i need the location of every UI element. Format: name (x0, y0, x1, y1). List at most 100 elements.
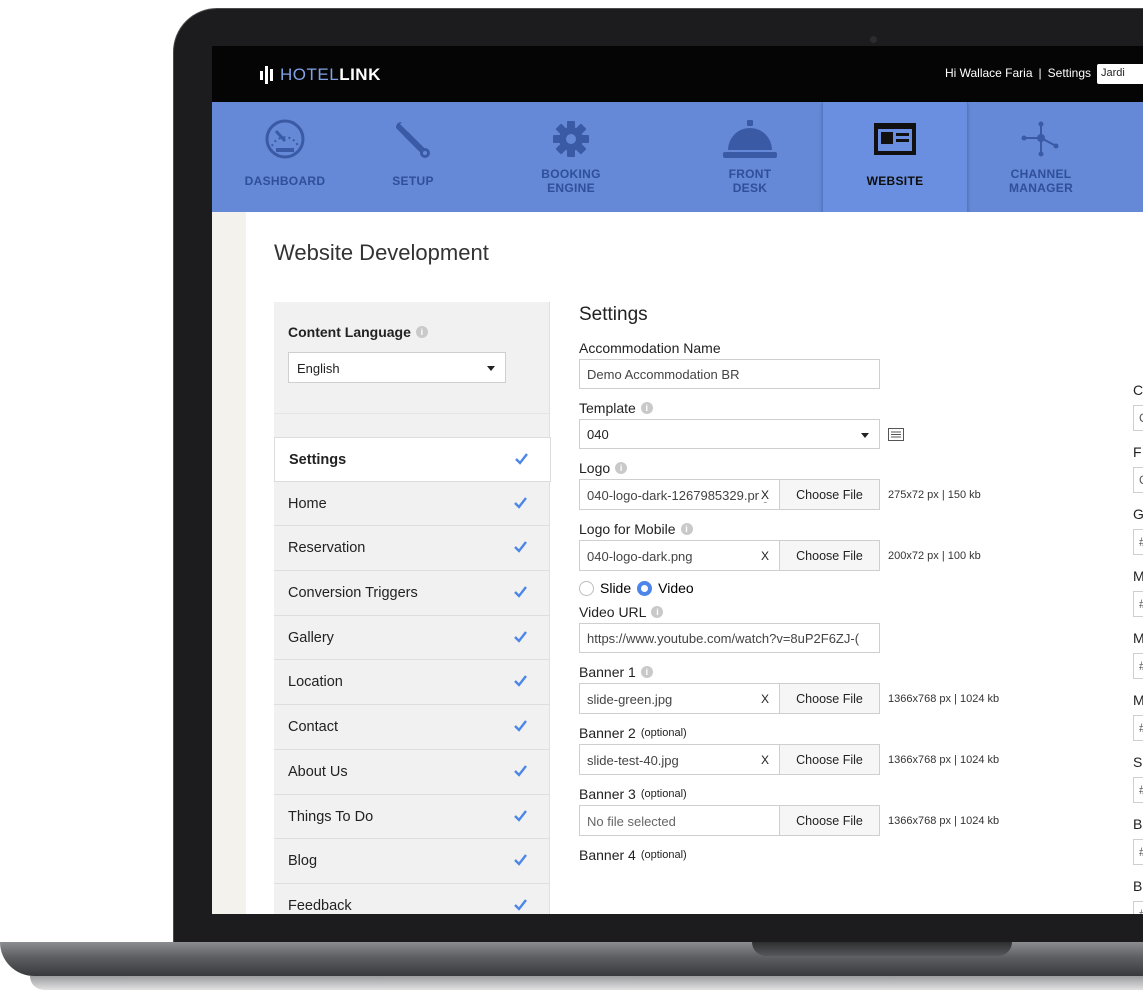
template-preview-icon[interactable] (888, 427, 904, 441)
banner3-label-text: Banner 3 (579, 785, 636, 802)
template-label-text: Template (579, 399, 636, 416)
info-icon[interactable]: i (615, 461, 628, 474)
sidebar-item-label: Location (288, 674, 343, 691)
video-radio-label: Video (658, 580, 694, 596)
right-field-label: B (1133, 816, 1143, 832)
right-field-input[interactable]: # (1133, 901, 1143, 914)
check-icon (514, 899, 527, 911)
nav-channel-manager[interactable]: CHANNEL MANAGER (968, 102, 1114, 212)
greeting: Hi Wallace Faria (944, 66, 1033, 80)
banner1-label-text: Banner 1 (579, 663, 636, 680)
accommodation-name-input[interactable]: Demo Accommodation BR (579, 359, 880, 389)
slide-radio[interactable] (579, 580, 594, 596)
video-url-label: Video URL i (579, 602, 1143, 621)
video-url-field: Video URL i https://www.youtube.com/watch… (579, 602, 1143, 653)
info-icon[interactable]: i (680, 522, 693, 535)
banner3-file-name: No file selected (579, 805, 779, 836)
logo-choose-file-button[interactable]: Choose File (779, 479, 880, 510)
sidebar-item-label: Home (288, 495, 327, 512)
logo-mobile-choose-file-button[interactable]: Choose File (779, 540, 880, 571)
banner3-file-text: No file selected (587, 814, 676, 829)
info-icon[interactable]: i (640, 401, 653, 414)
nav-front-desk[interactable]: FRONT DESK (677, 102, 823, 212)
check-icon (514, 675, 527, 688)
banner2-size-hint: 1366x768 px | 1024 kb (888, 753, 1000, 766)
sidebar-item-label: Contact (288, 719, 338, 736)
screen: HOTELLINK Hi Wallace Faria | Settings Ja… (212, 46, 1143, 914)
sidebar-item-conversion-triggers[interactable]: Conversion Triggers (274, 571, 549, 616)
sidebar-item-reservation[interactable]: Reservation (274, 526, 549, 572)
banner2-label-text: Banner 2 (579, 724, 636, 741)
sidebar-item-about-us[interactable]: About Us (274, 750, 549, 795)
right-field-input[interactable]: # (1133, 591, 1143, 617)
banner2-label: Banner 2 (optional) (579, 723, 1143, 742)
sidebar-item-settings[interactable]: Settings (274, 437, 551, 482)
right-field-input[interactable]: C (1133, 405, 1143, 431)
optional-tag: (optional) (640, 848, 687, 861)
sidebar-item-gallery[interactable]: Gallery (274, 616, 549, 661)
check-icon (514, 720, 527, 732)
check-icon (514, 631, 527, 643)
right-field-input[interactable]: # (1133, 777, 1143, 803)
info-icon[interactable]: i (651, 605, 664, 618)
main-nav: DASHBOARD SETUP BOOKING ENGINE FRONT DES… (212, 102, 1143, 218)
info-icon[interactable]: i (415, 326, 428, 338)
info-icon[interactable]: i (640, 665, 653, 678)
nav-booking-engine[interactable]: BOOKING ENGINE (498, 102, 644, 212)
banner3-choose-file-button[interactable]: Choose File (779, 805, 880, 836)
sidebar-item-blog[interactable]: Blog (274, 839, 549, 884)
template-select-value: 040 (587, 427, 609, 442)
sidebar-item-label: Settings (289, 452, 347, 468)
language-select[interactable]: English (288, 352, 506, 383)
banner3-size-hint: 1366x768 px | 1024 kb (888, 814, 1000, 827)
media-type-radios: Slide Video (579, 578, 1143, 598)
sidebar-item-feedback[interactable]: Feedback (274, 884, 549, 914)
template-select[interactable]: 040 (579, 419, 880, 449)
banner2-choose-file-button[interactable]: Choose File (779, 744, 880, 775)
property-search-input[interactable]: Jardi (1097, 64, 1143, 84)
video-radio[interactable] (637, 580, 653, 596)
logo-file-text: 040-logo-dark-1267985329.png (587, 488, 770, 503)
page-title: Website Development (274, 240, 489, 265)
check-icon (514, 496, 527, 509)
banner1-choose-file-button[interactable]: Choose File (779, 683, 880, 714)
remove-banner2-button[interactable]: X (758, 753, 769, 767)
settings-link[interactable]: Settings (1048, 66, 1091, 80)
chevron-down-icon (861, 433, 869, 438)
sidebar-item-contact[interactable]: Contact (274, 705, 549, 750)
video-url-input[interactable]: https://www.youtube.com/watch?v=8uP2F6ZJ… (579, 623, 880, 653)
right-field-input[interactable]: # (1133, 529, 1143, 555)
right-field-input[interactable]: # (1133, 839, 1143, 865)
right-field-label: F (1133, 444, 1142, 460)
top-bar: HOTELLINK Hi Wallace Faria | Settings Ja… (212, 46, 1143, 102)
right-field-input[interactable]: # (1133, 653, 1143, 679)
remove-banner1-button[interactable]: X (758, 692, 769, 706)
right-field-input[interactable]: # (1133, 715, 1143, 741)
sidebar-item-things-to-do[interactable]: Things To Do (274, 795, 549, 840)
right-field-input[interactable]: C (1133, 467, 1143, 493)
hotellink-logo[interactable]: HOTELLINK (260, 65, 381, 85)
sidebar-item-label: Feedback (288, 897, 352, 914)
check-icon (514, 586, 527, 598)
sidebar-item-label: About Us (288, 763, 348, 780)
logo-mobile-file-text: 040-logo-dark.png (587, 549, 693, 564)
user-nav: Hi Wallace Faria | Settings (945, 66, 1091, 80)
accommodation-name-label: Accommodation Name (579, 339, 721, 356)
left-gutter (212, 212, 246, 914)
right-settings-column: C C F C G # M # M # M # S # B # B # (1133, 382, 1143, 914)
gear-icon (553, 121, 589, 157)
webpage-icon (874, 123, 916, 155)
sidebar-item-home[interactable]: Home (274, 482, 549, 527)
remove-logo-button[interactable]: X (758, 488, 769, 502)
banner2-file-text: slide-test-40.jpg (587, 753, 679, 768)
sidebar-item-label: Conversion Triggers (288, 585, 418, 602)
nav-website[interactable]: WEBSITE (822, 102, 968, 218)
nav-setup[interactable]: SETUP (358, 102, 468, 212)
remove-logo-mobile-button[interactable]: X (758, 549, 769, 563)
nav-front-desk-label: FRONT DESK (728, 167, 772, 195)
content-language-label: Content Language i (288, 324, 535, 340)
form-title: Settings (579, 304, 648, 325)
sidebar-item-location[interactable]: Location (274, 660, 549, 706)
logo-field: Logo i 040-logo-dark-1267985329.png X Choo… (579, 458, 1143, 510)
nav-dashboard[interactable]: DASHBOARD (212, 102, 358, 212)
